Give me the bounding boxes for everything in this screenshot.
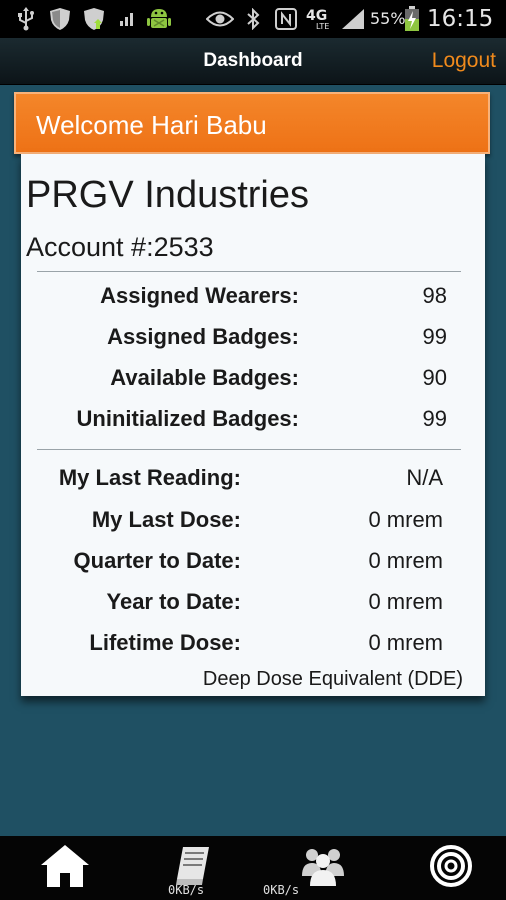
dose-quarter-to-date: Quarter to Date: 0 mrem (21, 541, 485, 581)
dose-value: 0 mrem (368, 507, 443, 532)
page-title: Dashboard (203, 50, 303, 71)
dose-label: Quarter to Date: (73, 548, 241, 573)
stat-value: 99 (422, 406, 447, 431)
dose-last-reading: My Last Reading: N/A (21, 458, 485, 498)
bluetooth-icon (244, 6, 262, 32)
signal-small-icon (118, 6, 136, 32)
stat-label: Available Badges: (110, 365, 299, 390)
bottom-nav: 0KB/s 0KB/s (0, 836, 506, 900)
welcome-banner: Welcome Hari Babu (14, 92, 490, 154)
battery-percent: 55% (370, 9, 406, 28)
dde-footnote: Deep Dose Equivalent (DDE) (202, 668, 463, 690)
divider (37, 449, 461, 450)
divider (37, 271, 461, 272)
logout-button[interactable]: Logout (432, 38, 496, 84)
network-lte-label: LTE (316, 22, 330, 31)
shield-update-icon (82, 6, 108, 32)
dose-label: My Last Dose: (91, 507, 241, 532)
nav-caption: 0KB/s (263, 883, 300, 897)
signal-icon (340, 6, 366, 32)
eye-icon (206, 6, 234, 32)
stat-assigned-badges: Assigned Badges: 99 (21, 317, 485, 357)
stat-value: 90 (422, 365, 447, 390)
dose-value: 0 mrem (368, 589, 443, 614)
battery-charging-icon (403, 6, 421, 32)
group-icon (300, 846, 346, 891)
nav-target[interactable] (406, 836, 496, 900)
nav-caption: 0KB/s (168, 883, 205, 897)
company-name: PRGV Industries (26, 174, 309, 216)
usb-icon (14, 6, 38, 32)
dose-last-dose: My Last Dose: 0 mrem (21, 500, 485, 540)
android-debug-icon (145, 6, 173, 32)
dose-value: 0 mrem (368, 548, 443, 573)
shield-icon (48, 6, 72, 32)
status-time: 16:15 (427, 6, 494, 32)
action-bar: Dashboard Logout (0, 38, 506, 85)
stat-value: 99 (422, 324, 447, 349)
dose-label: My Last Reading: (58, 465, 241, 490)
dose-year-to-date: Year to Date: 0 mrem (21, 582, 485, 622)
home-icon (39, 843, 91, 894)
stat-label: Uninitialized Badges: (76, 406, 299, 431)
dose-label: Year to Date: (106, 589, 242, 614)
stat-available-badges: Available Badges: 90 (21, 358, 485, 398)
dashboard-card: PRGV Industries Account #:2533 Assigned … (21, 154, 485, 696)
dose-label: Lifetime Dose: (89, 630, 241, 655)
stat-label: Assigned Badges: (107, 324, 299, 349)
stat-value: 98 (422, 283, 447, 308)
stat-label: Assigned Wearers: (100, 283, 299, 308)
target-icon (429, 844, 473, 893)
welcome-text: Welcome Hari Babu (36, 110, 267, 140)
dose-lifetime: Lifetime Dose: 0 mrem (21, 623, 485, 663)
stat-uninitialized-badges: Uninitialized Badges: 99 (21, 399, 485, 439)
dose-value: 0 mrem (368, 630, 443, 655)
stat-assigned-wearers: Assigned Wearers: 98 (21, 276, 485, 316)
dose-value: N/A (406, 465, 443, 490)
nfc-icon (274, 6, 298, 32)
nav-home[interactable] (20, 836, 110, 900)
account-number: Account #:2533 (26, 232, 214, 262)
status-bar: 4G LTE 55% 16:15 (0, 0, 506, 38)
